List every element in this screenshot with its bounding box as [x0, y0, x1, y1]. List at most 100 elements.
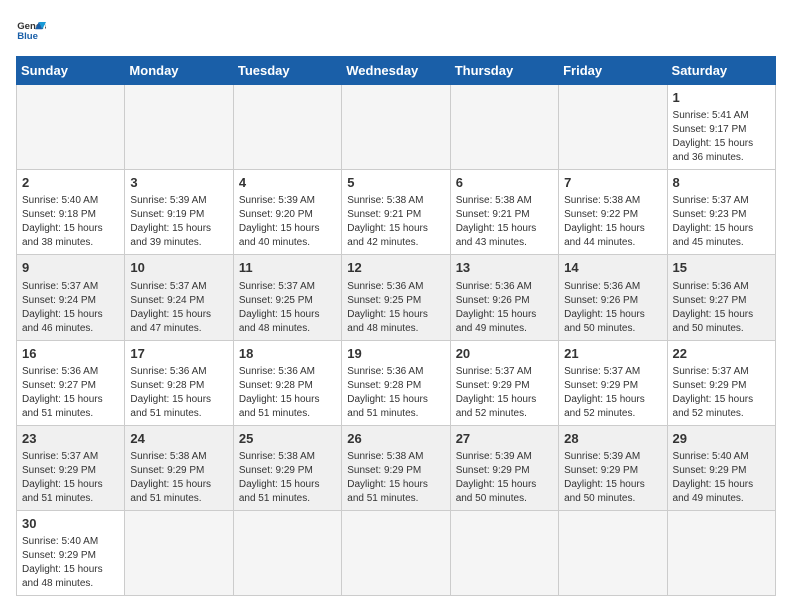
- calendar-cell: [17, 85, 125, 170]
- calendar-cell: 22Sunrise: 5:37 AMSunset: 9:29 PMDayligh…: [667, 340, 775, 425]
- calendar-cell: 27 Sunrise: 5:39 AMSunset: 9:29 PMDayligh…: [450, 425, 558, 510]
- day-info: Sunrise: 5:36 AMSunset: 9:28 PMDaylight:…: [347, 365, 444, 421]
- calendar-cell: 23 Sunrise: 5:37 AMSunset: 9:29 PMDayligh…: [17, 425, 125, 510]
- day-info: Sunrise: 5:38 AMSunset: 9:29 PMDaylight:…: [239, 450, 336, 506]
- logo-icon: General Blue: [16, 16, 46, 46]
- calendar-cell: 24Sunrise: 5:38 AMSunset: 9:29 PMDayligh…: [125, 425, 233, 510]
- calendar-cell: 9 Sunrise: 5:37 AMSunset: 9:24 PMDaylight…: [17, 255, 125, 340]
- calendar-table: SundayMondayTuesdayWednesdayThursdayFrid…: [16, 56, 776, 596]
- calendar-cell: 15Sunrise: 5:36 AMSunset: 9:27 PMDayligh…: [667, 255, 775, 340]
- day-number: 29: [673, 430, 770, 448]
- calendar-cell: 18 Sunrise: 5:36 AMSunset: 9:28 PMDayligh…: [233, 340, 341, 425]
- day-number: 27: [456, 430, 553, 448]
- day-info: Sunrise: 5:36 AMSunset: 9:27 PMDaylight:…: [673, 280, 770, 336]
- day-info: Sunrise: 5:38 AMSunset: 9:29 PMDaylight:…: [347, 450, 444, 506]
- calendar-cell: [125, 85, 233, 170]
- weekday-header-tuesday: Tuesday: [233, 57, 341, 85]
- calendar-cell: 17Sunrise: 5:36 AMSunset: 9:28 PMDayligh…: [125, 340, 233, 425]
- day-info: Sunrise: 5:37 AMSunset: 9:29 PMDaylight:…: [673, 365, 770, 421]
- calendar-cell: 6 Sunrise: 5:38 AMSunset: 9:21 PMDaylight…: [450, 170, 558, 255]
- day-number: 20: [456, 345, 553, 363]
- calendar-cell: [559, 85, 667, 170]
- day-number: 8: [673, 174, 770, 192]
- day-number: 1: [673, 89, 770, 107]
- weekday-header-sunday: Sunday: [17, 57, 125, 85]
- weekday-header-row: SundayMondayTuesdayWednesdayThursdayFrid…: [17, 57, 776, 85]
- day-info: Sunrise: 5:38 AMSunset: 9:21 PMDaylight:…: [456, 194, 553, 250]
- day-number: 26: [347, 430, 444, 448]
- day-number: 7: [564, 174, 661, 192]
- calendar-week-row: 9 Sunrise: 5:37 AMSunset: 9:24 PMDaylight…: [17, 255, 776, 340]
- weekday-header-wednesday: Wednesday: [342, 57, 450, 85]
- day-number: 6: [456, 174, 553, 192]
- day-info: Sunrise: 5:37 AMSunset: 9:25 PMDaylight:…: [239, 280, 336, 336]
- weekday-header-friday: Friday: [559, 57, 667, 85]
- weekday-header-thursday: Thursday: [450, 57, 558, 85]
- day-number: 30: [22, 515, 119, 533]
- calendar-week-row: 30Sunrise: 5:40 AMSunset: 9:29 PMDayligh…: [17, 510, 776, 595]
- day-number: 3: [130, 174, 227, 192]
- day-number: 16: [22, 345, 119, 363]
- calendar-cell: 12 Sunrise: 5:36 AMSunset: 9:25 PMDayligh…: [342, 255, 450, 340]
- day-number: 2: [22, 174, 119, 192]
- calendar-cell: 13 Sunrise: 5:36 AMSunset: 9:26 PMDayligh…: [450, 255, 558, 340]
- day-info: Sunrise: 5:37 AMSunset: 9:24 PMDaylight:…: [130, 280, 227, 336]
- day-info: Sunrise: 5:39 AMSunset: 9:29 PMDaylight:…: [456, 450, 553, 506]
- calendar-cell: 25 Sunrise: 5:38 AMSunset: 9:29 PMDayligh…: [233, 425, 341, 510]
- day-info: Sunrise: 5:36 AMSunset: 9:28 PMDaylight:…: [239, 365, 336, 421]
- day-info: Sunrise: 5:37 AMSunset: 9:29 PMDaylight:…: [22, 450, 119, 506]
- day-info: Sunrise: 5:41 AMSunset: 9:17 PMDaylight:…: [673, 109, 770, 165]
- calendar-cell: 30Sunrise: 5:40 AMSunset: 9:29 PMDayligh…: [17, 510, 125, 595]
- day-number: 23: [22, 430, 119, 448]
- calendar-cell: 11 Sunrise: 5:37 AMSunset: 9:25 PMDayligh…: [233, 255, 341, 340]
- logo: General Blue: [16, 16, 46, 46]
- calendar-week-row: 2 Sunrise: 5:40 AMSunset: 9:18 PMDaylight…: [17, 170, 776, 255]
- day-info: Sunrise: 5:36 AMSunset: 9:26 PMDaylight:…: [564, 280, 661, 336]
- day-info: Sunrise: 5:39 AMSunset: 9:20 PMDaylight:…: [239, 194, 336, 250]
- day-number: 10: [130, 259, 227, 277]
- day-info: Sunrise: 5:40 AMSunset: 9:18 PMDaylight:…: [22, 194, 119, 250]
- day-number: 21: [564, 345, 661, 363]
- calendar-cell: 5Sunrise: 5:38 AMSunset: 9:21 PMDaylight…: [342, 170, 450, 255]
- day-info: Sunrise: 5:39 AMSunset: 9:19 PMDaylight:…: [130, 194, 227, 250]
- calendar-cell: 16 Sunrise: 5:36 AMSunset: 9:27 PMDayligh…: [17, 340, 125, 425]
- day-info: Sunrise: 5:40 AMSunset: 9:29 PMDaylight:…: [673, 450, 770, 506]
- calendar-cell: 26 Sunrise: 5:38 AMSunset: 9:29 PMDayligh…: [342, 425, 450, 510]
- calendar-cell: [125, 510, 233, 595]
- day-number: 11: [239, 259, 336, 277]
- day-info: Sunrise: 5:37 AMSunset: 9:24 PMDaylight:…: [22, 280, 119, 336]
- day-info: Sunrise: 5:37 AMSunset: 9:29 PMDaylight:…: [564, 365, 661, 421]
- day-info: Sunrise: 5:38 AMSunset: 9:22 PMDaylight:…: [564, 194, 661, 250]
- day-number: 28: [564, 430, 661, 448]
- calendar-cell: 1 Sunrise: 5:41 AMSunset: 9:17 PMDaylight…: [667, 85, 775, 170]
- day-number: 25: [239, 430, 336, 448]
- calendar-cell: 8Sunrise: 5:37 AMSunset: 9:23 PMDaylight…: [667, 170, 775, 255]
- day-info: Sunrise: 5:37 AMSunset: 9:29 PMDaylight:…: [456, 365, 553, 421]
- weekday-header-monday: Monday: [125, 57, 233, 85]
- day-info: Sunrise: 5:39 AMSunset: 9:29 PMDaylight:…: [564, 450, 661, 506]
- day-info: Sunrise: 5:38 AMSunset: 9:21 PMDaylight:…: [347, 194, 444, 250]
- calendar-cell: 21 Sunrise: 5:37 AMSunset: 9:29 PMDayligh…: [559, 340, 667, 425]
- calendar-cell: 10 Sunrise: 5:37 AMSunset: 9:24 PMDayligh…: [125, 255, 233, 340]
- calendar-week-row: 23 Sunrise: 5:37 AMSunset: 9:29 PMDayligh…: [17, 425, 776, 510]
- calendar-cell: 2 Sunrise: 5:40 AMSunset: 9:18 PMDaylight…: [17, 170, 125, 255]
- day-number: 24: [130, 430, 227, 448]
- calendar-cell: 4Sunrise: 5:39 AMSunset: 9:20 PMDaylight…: [233, 170, 341, 255]
- day-number: 19: [347, 345, 444, 363]
- day-number: 13: [456, 259, 553, 277]
- day-number: 9: [22, 259, 119, 277]
- calendar-cell: 19 Sunrise: 5:36 AMSunset: 9:28 PMDayligh…: [342, 340, 450, 425]
- day-info: Sunrise: 5:36 AMSunset: 9:25 PMDaylight:…: [347, 280, 444, 336]
- weekday-header-saturday: Saturday: [667, 57, 775, 85]
- calendar-cell: [342, 85, 450, 170]
- calendar-cell: [667, 510, 775, 595]
- calendar-cell: 29 Sunrise: 5:40 AMSunset: 9:29 PMDayligh…: [667, 425, 775, 510]
- calendar-cell: [450, 85, 558, 170]
- day-info: Sunrise: 5:36 AMSunset: 9:26 PMDaylight:…: [456, 280, 553, 336]
- day-number: 12: [347, 259, 444, 277]
- calendar-cell: [559, 510, 667, 595]
- page-header: General Blue: [16, 16, 776, 46]
- calendar-cell: 3 Sunrise: 5:39 AMSunset: 9:19 PMDaylight…: [125, 170, 233, 255]
- day-number: 18: [239, 345, 336, 363]
- day-info: Sunrise: 5:36 AMSunset: 9:27 PMDaylight:…: [22, 365, 119, 421]
